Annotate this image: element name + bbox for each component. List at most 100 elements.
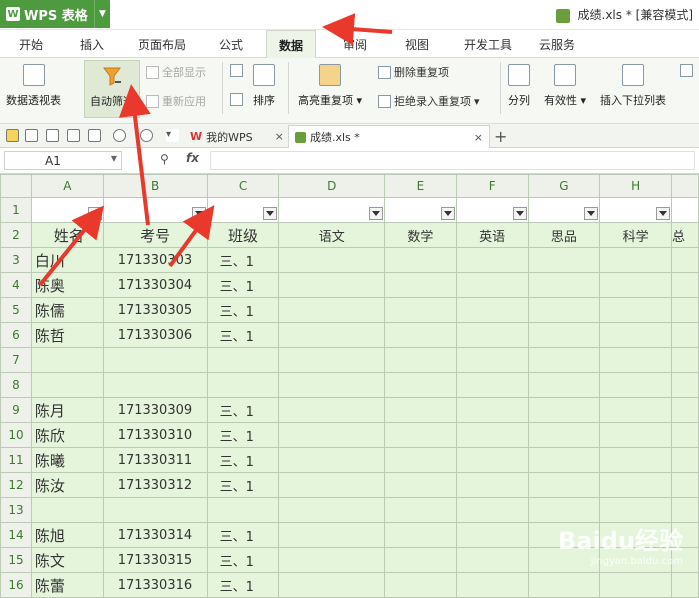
cell[interactable] xyxy=(527,272,601,298)
cell[interactable] xyxy=(384,197,457,223)
cell[interactable] xyxy=(599,422,673,448)
cell[interactable] xyxy=(278,197,386,223)
row-header[interactable]: 4 xyxy=(0,272,32,298)
cell[interactable] xyxy=(599,472,673,498)
cell[interactable] xyxy=(527,247,601,273)
cell[interactable] xyxy=(278,347,386,373)
tab-view[interactable]: 视图 xyxy=(405,36,429,53)
cell[interactable] xyxy=(599,272,673,298)
tab-grades-xls[interactable]: 成绩.xls * × xyxy=(288,125,490,148)
cell[interactable] xyxy=(384,247,457,273)
cell[interactable]: 陈汝 xyxy=(30,472,104,498)
cell[interactable]: 171330305 xyxy=(102,297,208,323)
cell[interactable]: 171330312 xyxy=(102,472,208,498)
cell[interactable]: 陈旭 xyxy=(30,522,104,548)
cell[interactable]: 171330309 xyxy=(102,397,208,423)
cell[interactable] xyxy=(278,497,386,523)
filter-dropdown-button[interactable] xyxy=(584,207,599,220)
cell[interactable] xyxy=(30,197,104,223)
column-header[interactable]: A xyxy=(30,174,104,198)
cell[interactable] xyxy=(206,347,280,373)
cell[interactable]: 171330311 xyxy=(102,447,208,473)
row-header[interactable]: 10 xyxy=(0,422,32,448)
cell[interactable] xyxy=(599,372,673,398)
filter-dropdown-button[interactable] xyxy=(191,207,206,220)
row-header[interactable]: 8 xyxy=(0,372,32,398)
cell[interactable]: 三、1 xyxy=(206,322,280,348)
tab-cloud[interactable]: 云服务 xyxy=(539,36,575,53)
cell[interactable] xyxy=(527,197,601,223)
cell[interactable]: 171330315 xyxy=(102,547,208,573)
close-icon[interactable]: × xyxy=(275,130,284,143)
column-header[interactable]: D xyxy=(278,174,386,198)
row-header[interactable]: 14 xyxy=(0,522,32,548)
cell[interactable]: 陈蕾 xyxy=(30,572,104,598)
cell[interactable] xyxy=(455,322,529,348)
cell[interactable] xyxy=(30,347,104,373)
filter-dropdown-button[interactable] xyxy=(263,207,278,220)
cell[interactable] xyxy=(455,572,529,598)
cell[interactable] xyxy=(278,572,386,598)
export-pdf-icon[interactable] xyxy=(46,129,59,142)
cell[interactable] xyxy=(527,572,601,598)
cell[interactable]: 三、1 xyxy=(206,297,280,323)
column-header[interactable]: F xyxy=(455,174,529,198)
cell[interactable] xyxy=(671,197,699,223)
column-header[interactable] xyxy=(671,174,699,198)
row-header[interactable]: 12 xyxy=(0,472,32,498)
column-header[interactable]: E xyxy=(384,174,457,198)
cell[interactable] xyxy=(455,197,529,223)
cell[interactable] xyxy=(384,322,457,348)
cell[interactable]: 姓名 xyxy=(30,222,104,248)
cell[interactable] xyxy=(527,397,601,423)
print-icon[interactable] xyxy=(67,129,80,142)
sort-descending-button[interactable] xyxy=(230,93,243,106)
cell[interactable] xyxy=(455,472,529,498)
cell[interactable] xyxy=(278,272,386,298)
insert-dropdown-button[interactable]: 插入下拉列表 xyxy=(600,64,666,108)
cell[interactable] xyxy=(671,372,699,398)
cell[interactable]: 陈月 xyxy=(30,397,104,423)
print-preview-icon[interactable] xyxy=(88,129,101,142)
insert-function-button[interactable]: fx xyxy=(186,151,199,165)
cell[interactable] xyxy=(30,372,104,398)
validity-button[interactable]: 有效性 ▾ xyxy=(544,64,586,108)
cell[interactable] xyxy=(599,197,673,223)
cell[interactable]: 思品 xyxy=(527,222,601,248)
cell[interactable] xyxy=(102,372,208,398)
cell[interactable] xyxy=(599,297,673,323)
cell[interactable]: 语文 xyxy=(278,222,386,248)
cell[interactable] xyxy=(671,297,699,323)
cell[interactable] xyxy=(671,272,699,298)
cell[interactable] xyxy=(455,297,529,323)
tab-review[interactable]: 审阅 xyxy=(343,36,367,53)
cell[interactable] xyxy=(527,372,601,398)
cell[interactable]: 英语 xyxy=(455,222,529,248)
tab-page-layout[interactable]: 页面布局 xyxy=(138,36,186,53)
row-header[interactable]: 15 xyxy=(0,547,32,573)
cell[interactable] xyxy=(384,297,457,323)
redo-icon[interactable] xyxy=(140,129,153,142)
close-icon[interactable]: × xyxy=(474,131,483,144)
row-header[interactable]: 2 xyxy=(0,222,32,248)
cell[interactable] xyxy=(527,472,601,498)
row-header[interactable]: 9 xyxy=(0,397,32,423)
cell[interactable] xyxy=(278,422,386,448)
tab-my-wps[interactable]: W 我的WPS × xyxy=(184,125,290,148)
cell[interactable]: 171330306 xyxy=(102,322,208,348)
cell[interactable]: 三、1 xyxy=(206,447,280,473)
row-header[interactable]: 6 xyxy=(0,322,32,348)
save-icon[interactable] xyxy=(25,129,38,142)
row-header[interactable]: 13 xyxy=(0,497,32,523)
tab-home[interactable]: 开始 xyxy=(19,36,43,53)
cell[interactable] xyxy=(671,572,699,598)
cell[interactable] xyxy=(671,322,699,348)
cell[interactable]: 三、1 xyxy=(206,422,280,448)
cell[interactable]: 白川 xyxy=(30,247,104,273)
cell[interactable] xyxy=(455,522,529,548)
cell[interactable]: 三、1 xyxy=(206,572,280,598)
cell[interactable]: 数学 xyxy=(384,222,457,248)
cell[interactable] xyxy=(278,397,386,423)
tab-insert[interactable]: 插入 xyxy=(80,36,104,53)
cell[interactable] xyxy=(455,497,529,523)
